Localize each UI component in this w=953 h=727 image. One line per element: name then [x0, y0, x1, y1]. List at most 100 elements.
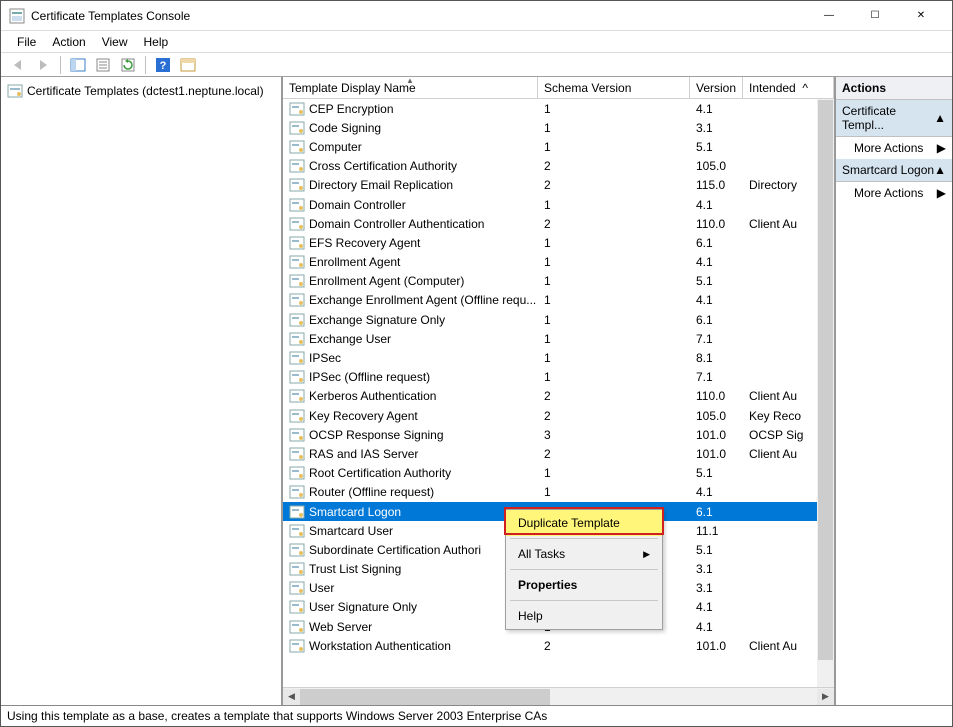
- cell-schema: 1: [538, 255, 690, 269]
- cell-intended: OCSP Sig: [743, 428, 813, 442]
- cert-icon: [289, 484, 305, 500]
- cell-name: Root Certification Authority: [309, 466, 451, 480]
- cell-name: Computer: [309, 140, 362, 154]
- cell-version: 4.1: [690, 293, 743, 307]
- col-header-name[interactable]: ▲Template Display Name: [283, 77, 538, 98]
- hscroll-right[interactable]: ▶: [817, 689, 834, 705]
- cell-version: 6.1: [690, 313, 743, 327]
- filter-button[interactable]: [177, 54, 199, 76]
- cell-name: Key Recovery Agent: [309, 409, 418, 423]
- status-bar: Using this template as a base, creates a…: [1, 706, 952, 726]
- ctx-properties[interactable]: Properties: [506, 572, 662, 598]
- actions-section-smartcard[interactable]: Smartcard Logon ▲: [836, 159, 952, 182]
- cert-icon: [289, 446, 305, 462]
- ctx-duplicate-template[interactable]: Duplicate Template: [506, 510, 662, 536]
- vscrollbar[interactable]: [817, 99, 834, 687]
- cell-name: Exchange Signature Only: [309, 313, 445, 327]
- tree-root-label: Certificate Templates (dctest1.neptune.l…: [27, 84, 264, 98]
- menu-view[interactable]: View: [94, 33, 136, 51]
- table-row[interactable]: Router (Offline request)14.1: [283, 483, 834, 502]
- submenu-arrow-icon: ▶: [937, 186, 946, 200]
- menu-file[interactable]: File: [9, 33, 44, 51]
- table-row[interactable]: OCSP Response Signing3101.0OCSP Sig: [283, 425, 834, 444]
- forward-button[interactable]: [32, 54, 54, 76]
- cell-name: Smartcard User: [309, 524, 393, 538]
- actions-more-1[interactable]: More Actions ▶: [836, 137, 952, 159]
- table-row[interactable]: Key Recovery Agent2105.0Key Reco: [283, 406, 834, 425]
- cell-name: EFS Recovery Agent: [309, 236, 420, 250]
- help-button[interactable]: ?: [152, 54, 174, 76]
- cell-version: 3.1: [690, 562, 743, 576]
- cell-name: Smartcard Logon: [309, 505, 401, 519]
- cell-version: 110.0: [690, 217, 743, 231]
- collapse-arrow-icon: ▲: [934, 163, 946, 177]
- cell-schema: 2: [538, 447, 690, 461]
- cert-icon: [289, 254, 305, 270]
- cell-version: 8.1: [690, 351, 743, 365]
- refresh-button[interactable]: [117, 54, 139, 76]
- cell-schema: 1: [538, 466, 690, 480]
- menu-action[interactable]: Action: [44, 33, 93, 51]
- ctx-separator: [510, 569, 658, 570]
- hscroll-left[interactable]: ◀: [283, 689, 300, 705]
- cell-name: OCSP Response Signing: [309, 428, 444, 442]
- ctx-help[interactable]: Help: [506, 603, 662, 629]
- hscroll-thumb[interactable]: [300, 689, 550, 705]
- cell-version: 7.1: [690, 332, 743, 346]
- cert-icon: [289, 120, 305, 136]
- hscrollbar[interactable]: ◀ ▶: [283, 687, 834, 705]
- col-header-schema[interactable]: Schema Version: [538, 77, 690, 98]
- col-header-version[interactable]: Version: [690, 77, 743, 98]
- cert-icon: [289, 619, 305, 635]
- table-row[interactable]: Enrollment Agent14.1: [283, 253, 834, 272]
- back-button[interactable]: [7, 54, 29, 76]
- maximize-button[interactable]: ☐: [852, 1, 898, 31]
- cell-intended: Client Au: [743, 389, 813, 403]
- close-button[interactable]: ✕: [898, 1, 944, 31]
- table-row[interactable]: EFS Recovery Agent16.1: [283, 233, 834, 252]
- cell-intended: Client Au: [743, 217, 813, 231]
- table-row[interactable]: Cross Certification Authority2105.0: [283, 157, 834, 176]
- vscroll-thumb[interactable]: [818, 100, 833, 660]
- col-header-intended[interactable]: Intended ^: [743, 77, 834, 98]
- table-row[interactable]: Domain Controller14.1: [283, 195, 834, 214]
- cell-version: 101.0: [690, 428, 743, 442]
- table-row[interactable]: Domain Controller Authentication2110.0Cl…: [283, 214, 834, 233]
- table-row[interactable]: Workstation Authentication2101.0Client A…: [283, 636, 834, 655]
- table-row[interactable]: Exchange Enrollment Agent (Offline requ.…: [283, 291, 834, 310]
- app-icon: [9, 8, 25, 24]
- table-row[interactable]: Kerberos Authentication2110.0Client Au: [283, 387, 834, 406]
- show-hide-tree-button[interactable]: [67, 54, 89, 76]
- properties-button[interactable]: [92, 54, 114, 76]
- cert-icon: [289, 369, 305, 385]
- menu-help[interactable]: Help: [136, 33, 177, 51]
- table-row[interactable]: RAS and IAS Server2101.0Client Au: [283, 444, 834, 463]
- table-row[interactable]: CEP Encryption14.1: [283, 99, 834, 118]
- minimize-button[interactable]: —: [806, 1, 852, 31]
- table-row[interactable]: Code Signing13.1: [283, 118, 834, 137]
- cell-schema: 1: [538, 102, 690, 116]
- table-row[interactable]: Root Certification Authority15.1: [283, 464, 834, 483]
- table-row[interactable]: Computer15.1: [283, 137, 834, 156]
- actions-pane: Actions Certificate Templ... ▲ More Acti…: [836, 77, 952, 705]
- cell-intended: Client Au: [743, 447, 813, 461]
- table-row[interactable]: Enrollment Agent (Computer)15.1: [283, 272, 834, 291]
- table-row[interactable]: Exchange Signature Only16.1: [283, 310, 834, 329]
- actions-more-2[interactable]: More Actions ▶: [836, 182, 952, 204]
- table-row[interactable]: IPSec18.1: [283, 348, 834, 367]
- actions-section-templates[interactable]: Certificate Templ... ▲: [836, 100, 952, 137]
- cell-version: 4.1: [690, 255, 743, 269]
- submenu-arrow-icon: ▶: [643, 549, 650, 560]
- cell-schema: 2: [538, 639, 690, 653]
- window-title: Certificate Templates Console: [31, 9, 806, 23]
- cell-schema: 1: [538, 236, 690, 250]
- title-bar: Certificate Templates Console — ☐ ✕: [1, 1, 952, 31]
- table-row[interactable]: Exchange User17.1: [283, 329, 834, 348]
- cert-icon: [289, 350, 305, 366]
- cell-schema: 1: [538, 332, 690, 346]
- cell-version: 4.1: [690, 620, 743, 634]
- table-row[interactable]: IPSec (Offline request)17.1: [283, 368, 834, 387]
- ctx-all-tasks[interactable]: All Tasks▶: [506, 541, 662, 567]
- tree-root[interactable]: Certificate Templates (dctest1.neptune.l…: [3, 81, 279, 101]
- table-row[interactable]: Directory Email Replication2115.0Directo…: [283, 176, 834, 195]
